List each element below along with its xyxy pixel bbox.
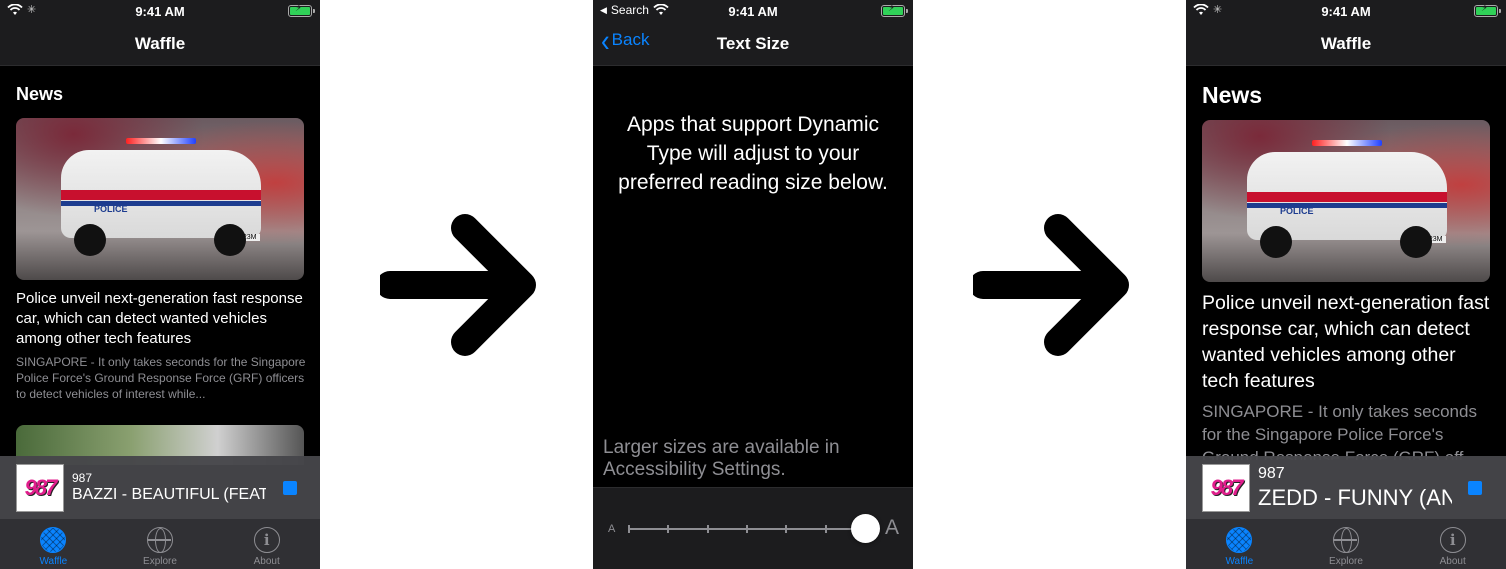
navigation-bar: ‹ Back Text Size — [593, 22, 913, 66]
slider-thumb[interactable] — [850, 514, 880, 543]
police-label: POLICE — [1280, 206, 1314, 216]
phone-screen-settings: ◀ Search 9:41 AM ‹ Back Text Size Apps t… — [593, 0, 913, 569]
large-text-icon: A — [884, 516, 899, 539]
stop-button[interactable] — [283, 481, 297, 495]
slider-tick — [706, 525, 709, 533]
phone-screen-after: ✳ 9:41 AM Waffle News POLICE QX1723M Pol… — [1186, 0, 1506, 569]
status-bar: ✳ 9:41 AM — [1186, 0, 1506, 22]
tab-about[interactable]: i About — [213, 519, 320, 569]
section-title-news: News — [16, 84, 64, 104]
slider-tick — [628, 525, 630, 533]
right-arrow-icon — [973, 214, 1129, 356]
tab-label: Explore — [143, 556, 177, 567]
right-arrow-icon — [380, 214, 536, 356]
news-summary: SINGAPORE - It only takes seconds for th… — [16, 355, 306, 401]
light-bar — [126, 138, 196, 144]
battery-icon — [1474, 3, 1501, 17]
news-summary: SINGAPORE - It only takes seconds for th… — [1202, 402, 1477, 460]
slider-tick — [667, 525, 670, 533]
tab-label: Waffle — [1225, 556, 1254, 567]
light-bar — [1312, 140, 1382, 146]
status-bar: ✳ 9:41 AM — [0, 0, 320, 22]
tab-label: About — [253, 556, 280, 567]
track-title: BAZZI - BEAUTIFUL (FEAT — [72, 486, 266, 503]
section-title-news: News — [1202, 82, 1263, 108]
now-playing-bar[interactable]: 987 987 ZEDD - FUNNY (AN — [1186, 456, 1506, 519]
now-playing-bar[interactable]: 987 987 BAZZI - BEAUTIFUL (FEAT — [0, 456, 320, 519]
navigation-bar: Waffle — [0, 22, 320, 66]
tab-label: About — [1439, 556, 1466, 567]
text-size-slider[interactable] — [628, 514, 880, 543]
tab-waffle[interactable]: Waffle — [0, 519, 107, 569]
tab-bar: Waffle Explore i About — [1186, 519, 1506, 569]
police-label: POLICE — [94, 204, 128, 214]
stop-button[interactable] — [1468, 481, 1482, 495]
status-time: 9:41 AM — [728, 4, 778, 19]
nav-title: Waffle — [134, 34, 186, 53]
tab-bar: Waffle Explore i About — [0, 519, 320, 569]
status-time: 9:41 AM — [135, 4, 185, 19]
slider-tick — [746, 525, 748, 533]
tab-explore[interactable]: Explore — [1293, 519, 1400, 569]
text-size-description: Apps that support Dynamic Type will adju… — [618, 113, 888, 194]
nav-title: Waffle — [1320, 34, 1372, 53]
battery-icon — [288, 3, 315, 17]
globe-icon — [147, 527, 173, 553]
tab-about[interactable]: i About — [1399, 519, 1506, 569]
status-bar: ◀ Search 9:41 AM — [593, 0, 913, 22]
battery-icon — [881, 3, 908, 17]
news-headline[interactable]: Police unveil next-generation fast respo… — [1202, 290, 1492, 394]
status-time: 9:41 AM — [1321, 4, 1371, 19]
track-title: ZEDD - FUNNY (AN — [1258, 485, 1452, 510]
station-name: 987 — [1258, 465, 1285, 482]
tab-explore[interactable]: Explore — [107, 519, 214, 569]
tab-label: Waffle — [39, 556, 68, 567]
globe-icon — [1333, 527, 1359, 553]
news-headline[interactable]: Police unveil next-generation fast respo… — [16, 289, 306, 349]
small-text-icon: A — [608, 523, 616, 535]
accessibility-footnote: Larger sizes are available in Accessibil… — [603, 437, 840, 480]
station-artwork: 987 — [16, 464, 64, 512]
station-artwork: 987 — [1202, 464, 1250, 512]
navigation-bar: Waffle — [1186, 22, 1506, 66]
tab-waffle[interactable]: Waffle — [1186, 519, 1293, 569]
slider-tick — [785, 525, 788, 533]
waffle-icon — [1226, 527, 1253, 553]
info-icon: i — [253, 527, 280, 553]
info-icon: i — [1439, 527, 1466, 553]
news-article-image[interactable]: POLICE QX1723M — [16, 118, 304, 280]
station-name: 987 — [72, 471, 93, 485]
waffle-icon — [40, 527, 67, 553]
phone-screen-before: ✳ 9:41 AM Waffle News POLICE QX1723M Pol… — [0, 0, 320, 569]
tab-label: Explore — [1329, 556, 1363, 567]
news-article-image[interactable]: POLICE QX1723M — [1202, 120, 1490, 282]
slider-tick — [824, 525, 827, 533]
text-size-slider-panel: A A — [593, 487, 913, 569]
nav-title: Text Size — [716, 34, 790, 53]
